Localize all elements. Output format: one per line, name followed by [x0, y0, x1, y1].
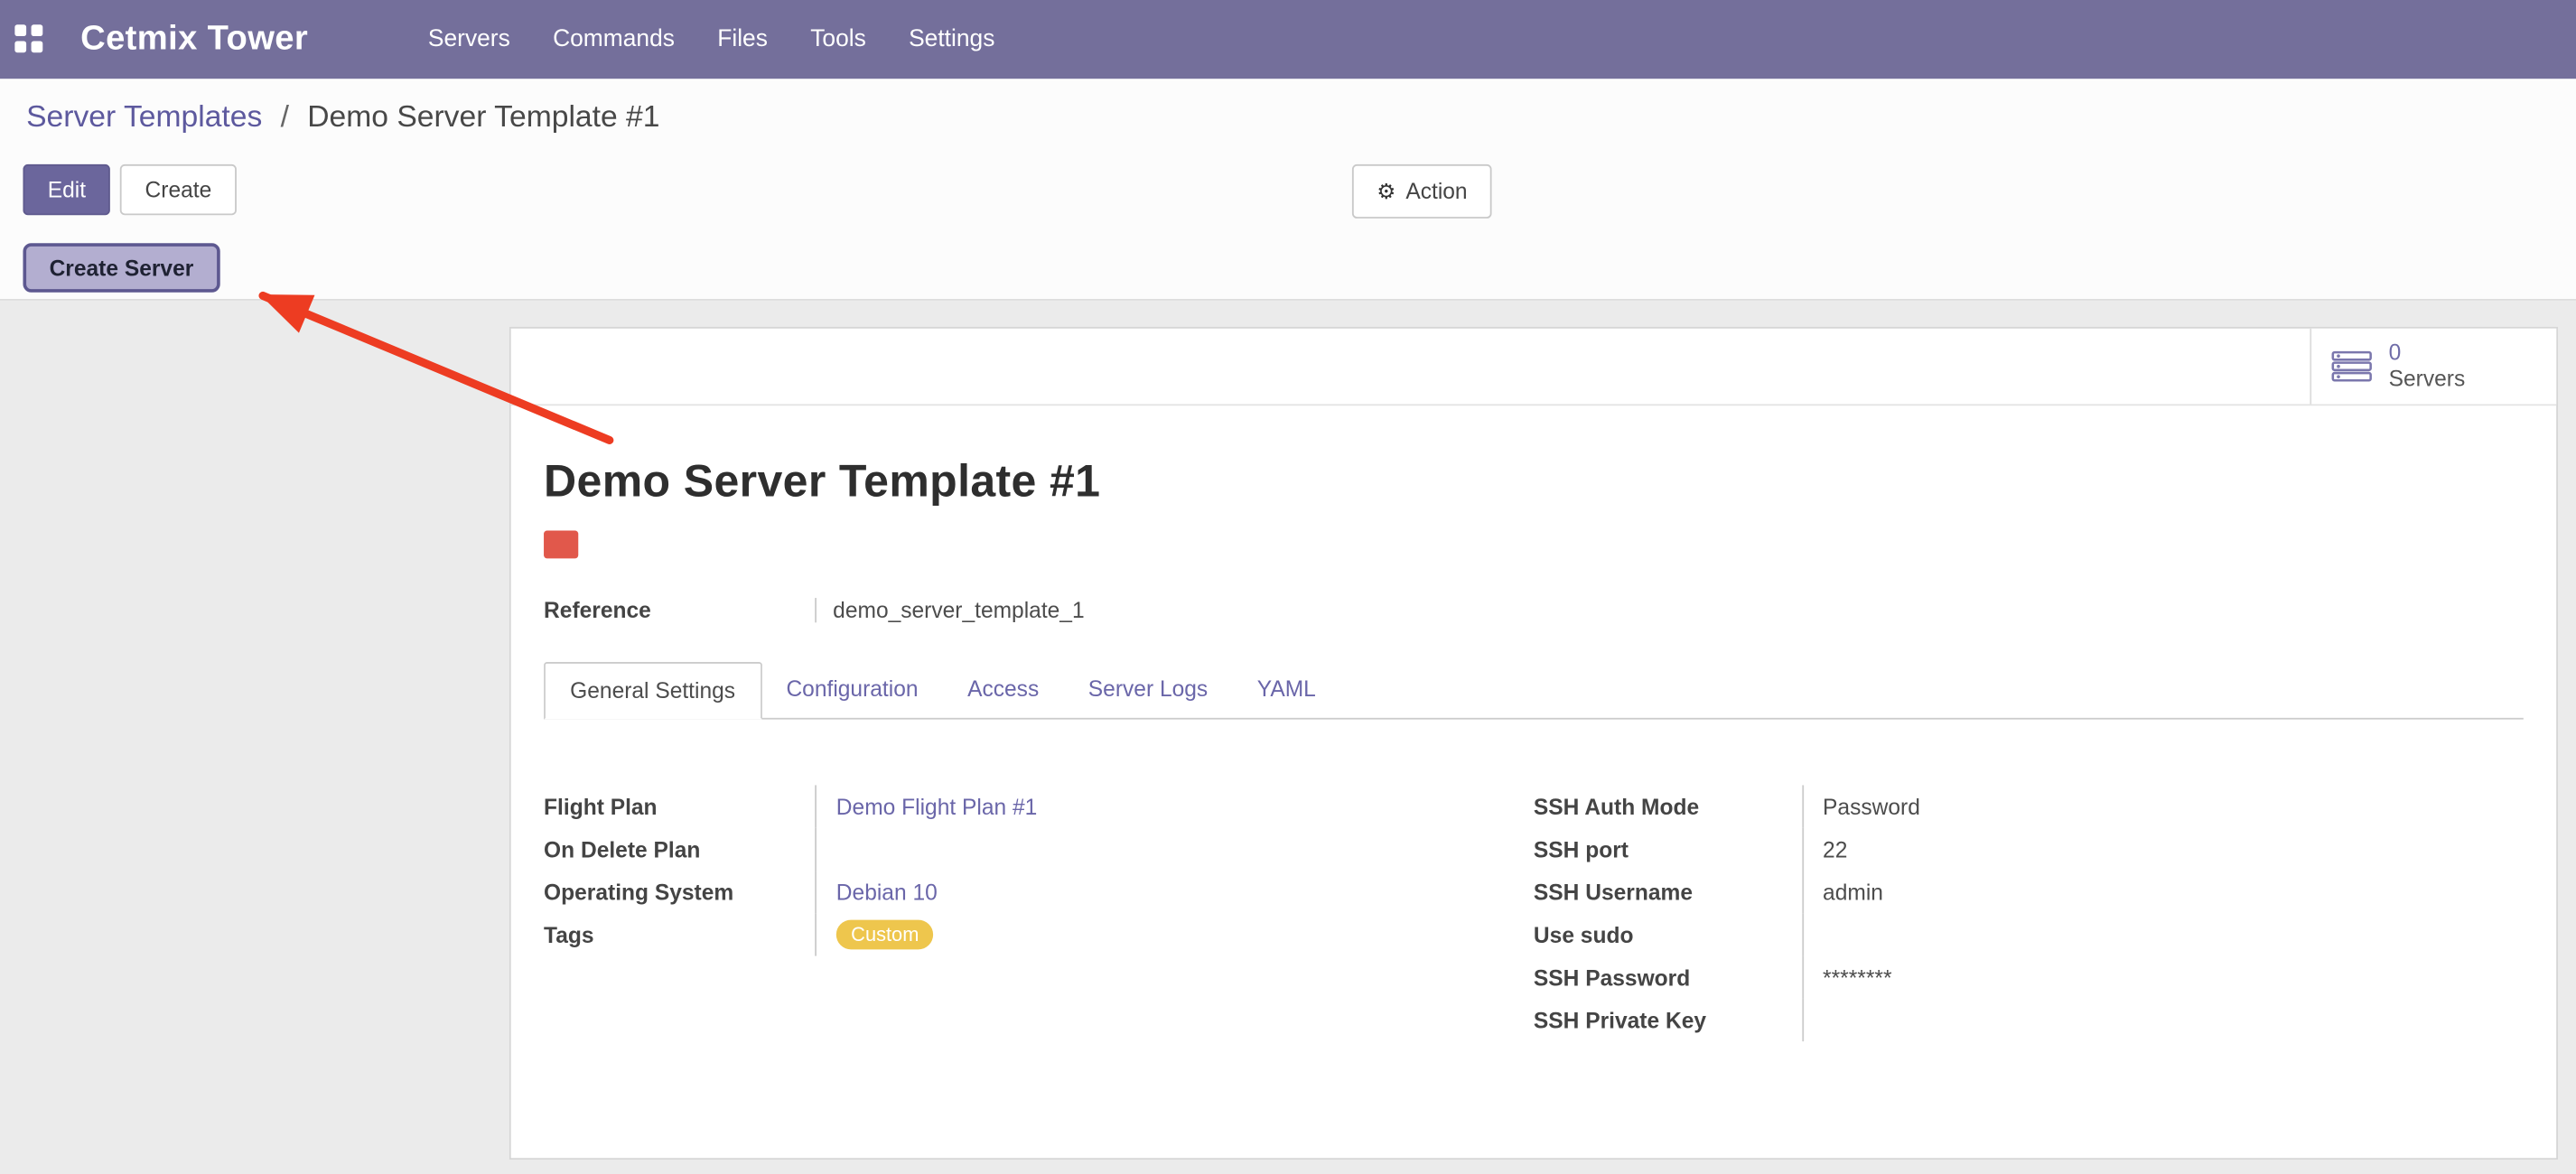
nav-item-settings[interactable]: Settings: [887, 0, 1016, 79]
breadcrumb: Server Templates / Demo Server Template …: [26, 98, 659, 135]
field-label: Operating System: [544, 880, 815, 904]
nav-item-commands[interactable]: Commands: [531, 0, 695, 79]
nav-item-files[interactable]: Files: [696, 0, 789, 79]
field-row-on-delete-plan: On Delete Plan: [544, 828, 1534, 871]
field-label: Flight Plan: [544, 794, 815, 818]
form-sheet: 0 Servers Demo Server Template #1 Refere…: [509, 327, 2558, 1160]
servers-count: 0: [2389, 340, 2466, 366]
ssh-auth-mode-value: Password: [1823, 794, 1920, 818]
ssh-username-value: admin: [1823, 880, 1883, 904]
sheet-body: Demo Server Template #1 Reference demo_s…: [511, 405, 2557, 1158]
field-row-operating-system: Operating System Debian 10: [544, 871, 1534, 913]
field-row-ssh-private-key: SSH Private Key: [1534, 999, 2524, 1041]
field-label: SSH Auth Mode: [1534, 794, 1801, 818]
breadcrumb-parent-link[interactable]: Server Templates: [26, 98, 262, 133]
field-label: Use sudo: [1534, 922, 1801, 946]
record-buttons: Edit Create: [23, 164, 236, 215]
reference-value: demo_server_template_1: [815, 598, 1084, 622]
nav-item-servers[interactable]: Servers: [406, 0, 531, 79]
field-label: Tags: [544, 922, 815, 946]
field-row-tags: Tags Custom: [544, 913, 1534, 955]
breadcrumb-current: Demo Server Template #1: [307, 98, 659, 133]
page: Cetmix Tower Servers Commands Files Tool…: [0, 0, 2576, 1174]
servers-icon: [2331, 349, 2374, 382]
field-group-right: SSH Auth Mode Password SSH port 22 SSH U…: [1534, 785, 2524, 1041]
servers-stat-button[interactable]: 0 Servers: [2310, 329, 2556, 405]
general-settings-groups: Flight Plan Demo Flight Plan #1 On Delet…: [544, 785, 2524, 1041]
field-label: SSH port: [1534, 837, 1801, 862]
main-menu: Servers Commands Files Tools Settings: [406, 0, 1016, 79]
create-server-button[interactable]: Create Server: [23, 243, 219, 293]
servers-stat-text: 0 Servers: [2389, 340, 2466, 393]
action-button[interactable]: ⚙ Action: [1352, 164, 1492, 219]
tag-custom[interactable]: Custom: [836, 919, 934, 949]
field-label: On Delete Plan: [544, 837, 815, 862]
tab-configuration[interactable]: Configuration: [761, 662, 943, 718]
flight-plan-link[interactable]: Demo Flight Plan #1: [836, 794, 1037, 818]
ssh-port-value: 22: [1823, 837, 1847, 862]
breadcrumb-separator: /: [281, 98, 289, 133]
field-row-flight-plan: Flight Plan Demo Flight Plan #1: [544, 785, 1534, 827]
field-row-ssh-username: SSH Username admin: [1534, 871, 2524, 913]
reference-field-row: Reference demo_server_template_1: [544, 598, 2524, 622]
tab-yaml[interactable]: YAML: [1233, 662, 1341, 718]
reference-label: Reference: [544, 598, 815, 622]
tab-access[interactable]: Access: [943, 662, 1064, 718]
field-row-ssh-password: SSH Password ********: [1534, 956, 2524, 999]
create-button[interactable]: Create: [120, 164, 236, 215]
edit-button[interactable]: Edit: [23, 164, 110, 215]
action-button-label: Action: [1405, 179, 1467, 203]
field-row-ssh-auth-mode: SSH Auth Mode Password: [1534, 785, 2524, 827]
field-row-ssh-port: SSH port 22: [1534, 828, 2524, 871]
tab-general-settings[interactable]: General Settings: [544, 662, 761, 720]
ssh-password-value: ********: [1823, 965, 1891, 990]
tab-server-logs[interactable]: Server Logs: [1064, 662, 1233, 718]
brand-title[interactable]: Cetmix Tower: [80, 20, 308, 60]
content-area: 0 Servers Demo Server Template #1 Refere…: [0, 301, 2576, 1174]
operating-system-link[interactable]: Debian 10: [836, 880, 938, 904]
nav-item-tools[interactable]: Tools: [789, 0, 888, 79]
color-swatch[interactable]: [544, 530, 578, 558]
button-box: 0 Servers: [511, 329, 2557, 405]
servers-count-label: Servers: [2389, 367, 2466, 393]
apps-menu-icon[interactable]: [14, 24, 44, 54]
record-title: Demo Server Template #1: [544, 455, 2524, 508]
gear-icon: ⚙: [1377, 178, 1395, 204]
field-row-use-sudo: Use sudo: [1534, 913, 2524, 955]
field-label: SSH Username: [1534, 880, 1801, 904]
control-panel: Server Templates / Demo Server Template …: [0, 79, 2576, 301]
action-menu-wrap: ⚙ Action: [1352, 164, 1492, 219]
field-label: SSH Password: [1534, 965, 1801, 990]
field-group-left: Flight Plan Demo Flight Plan #1 On Delet…: [544, 785, 1534, 1041]
top-navbar: Cetmix Tower Servers Commands Files Tool…: [0, 0, 2576, 79]
notebook-tabs: General Settings Configuration Access Se…: [544, 662, 2524, 720]
field-label: SSH Private Key: [1534, 1008, 1801, 1032]
